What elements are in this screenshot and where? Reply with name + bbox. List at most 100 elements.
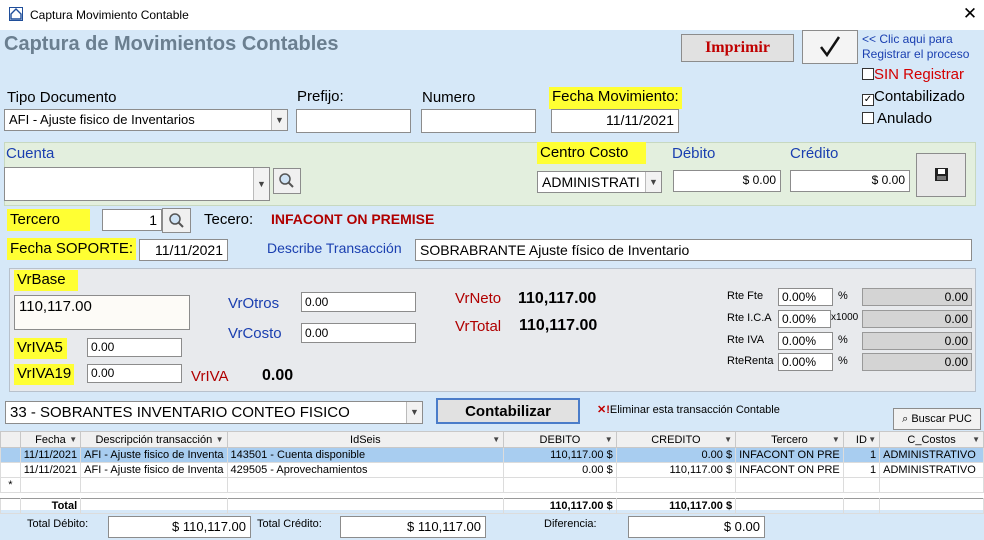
search-cuenta-button[interactable] bbox=[273, 168, 301, 194]
chevron-down-icon[interactable]: ▼ bbox=[605, 435, 613, 444]
col-header-idseis[interactable]: IdSeis ▼ bbox=[226, 431, 505, 448]
col-header-ccostos[interactable]: C_Costos ▼ bbox=[879, 431, 984, 448]
chevron-down-icon[interactable]: ▼ bbox=[645, 172, 661, 192]
fecha-soporte-input[interactable]: 11/11/2021 bbox=[139, 239, 228, 261]
cuenta-select[interactable]: ▼ bbox=[4, 167, 270, 201]
vrcosto-input[interactable]: 0.00 bbox=[301, 323, 416, 343]
credito-input[interactable]: $ 0.00 bbox=[790, 170, 910, 192]
debito-input[interactable]: $ 0.00 bbox=[673, 170, 781, 192]
rte-ica-input[interactable]: 0.00% bbox=[778, 310, 831, 328]
col-header-descripcion[interactable]: Descripción transacción ▼ bbox=[80, 431, 228, 448]
prefijo-input[interactable] bbox=[296, 109, 411, 133]
chevron-down-icon[interactable]: ▼ bbox=[832, 435, 840, 444]
col-header-id[interactable]: ID ▼ bbox=[842, 431, 881, 448]
new-cell[interactable] bbox=[735, 477, 844, 493]
new-cell[interactable] bbox=[80, 477, 228, 493]
chevron-down-icon[interactable]: ▼ bbox=[69, 435, 77, 444]
anulado-label: Anulado bbox=[877, 110, 933, 127]
sin-registrar-checkbox[interactable] bbox=[862, 68, 874, 80]
col-header-label: ID bbox=[855, 433, 867, 446]
cell-id[interactable]: 1 bbox=[842, 462, 881, 478]
cell-idseis[interactable]: 143501 - Cuenta disponible bbox=[226, 447, 505, 463]
chevron-down-icon[interactable]: ▼ bbox=[868, 435, 876, 444]
new-cell[interactable] bbox=[879, 477, 984, 493]
new-row[interactable]: * bbox=[0, 477, 984, 493]
cell-credito[interactable]: 0.00 $ bbox=[615, 447, 737, 463]
new-cell[interactable] bbox=[226, 477, 505, 493]
cell-idseis[interactable]: 429505 - Aprovechamientos bbox=[226, 462, 505, 478]
contabilizado-option[interactable]: ✓ Contabilizado bbox=[862, 86, 965, 108]
concepto-select[interactable]: 33 - SOBRANTES INVENTARIO CONTEO FISICO … bbox=[5, 401, 423, 424]
centro-costo-value: ADMINISTRATI bbox=[542, 174, 640, 190]
register-hint-line2: Registrar el proceso bbox=[862, 47, 970, 61]
new-cell[interactable] bbox=[19, 477, 82, 493]
contabilizado-checkbox[interactable]: ✓ bbox=[862, 94, 874, 106]
close-icon[interactable]: ✕ bbox=[960, 4, 980, 24]
magnifier-icon bbox=[169, 213, 184, 228]
vriva19-input[interactable]: 0.00 bbox=[87, 364, 182, 383]
total-debito: 110,117.00 $ bbox=[503, 498, 617, 514]
new-cell[interactable] bbox=[503, 477, 617, 493]
eliminar-label: Eliminar esta transacción Contable bbox=[609, 404, 780, 416]
new-cell[interactable] bbox=[615, 477, 737, 493]
total-empty bbox=[80, 498, 228, 514]
register-button[interactable] bbox=[802, 30, 858, 64]
cell-ccostos[interactable]: ADMINISTRATIVO bbox=[879, 462, 984, 478]
new-cell[interactable] bbox=[842, 477, 881, 493]
describe-label: Describe Transacción bbox=[267, 240, 402, 256]
cell-descripcion[interactable]: AFI - Ajuste fisico de Inventa bbox=[80, 447, 228, 463]
tercero-input[interactable]: 1 bbox=[102, 209, 162, 231]
vriva5-input[interactable]: 0.00 bbox=[87, 338, 182, 357]
save-button[interactable] bbox=[916, 153, 966, 197]
cell-ccostos[interactable]: ADMINISTRATIVO bbox=[879, 447, 984, 463]
col-header-fecha[interactable]: Fecha ▼ bbox=[19, 431, 82, 448]
footer-diferencia-label: Diferencia: bbox=[544, 518, 597, 530]
row-selector[interactable] bbox=[0, 447, 21, 463]
col-header-tercero[interactable]: Tercero ▼ bbox=[735, 431, 844, 448]
cell-fecha[interactable]: 11/11/2021 bbox=[19, 462, 82, 478]
cell-debito[interactable]: 0.00 $ bbox=[503, 462, 617, 478]
row-selector-header bbox=[0, 431, 21, 448]
cell-tercero[interactable]: INFACONT ON PRE bbox=[735, 447, 844, 463]
vrotros-input[interactable]: 0.00 bbox=[301, 292, 416, 312]
sin-registrar-option[interactable]: SIN Registrar bbox=[862, 64, 965, 86]
col-header-debito[interactable]: DEBITO ▼ bbox=[503, 431, 617, 448]
chevron-down-icon[interactable]: ▼ bbox=[271, 110, 287, 130]
cell-fecha[interactable]: 11/11/2021 bbox=[19, 447, 82, 463]
anulado-option[interactable]: Anulado bbox=[862, 108, 965, 130]
print-button[interactable]: Imprimir bbox=[681, 34, 794, 62]
row-selector[interactable] bbox=[0, 462, 21, 478]
describe-input[interactable]: SOBRABRANTE Ajuste físico de Inventario bbox=[415, 239, 972, 261]
chevron-down-icon[interactable]: ▼ bbox=[724, 435, 732, 444]
cell-tercero[interactable]: INFACONT ON PRE bbox=[735, 462, 844, 478]
numero-input[interactable] bbox=[421, 109, 536, 133]
anulado-checkbox[interactable] bbox=[862, 112, 874, 124]
rte-renta-input[interactable]: 0.00% bbox=[778, 353, 833, 371]
col-header-credito[interactable]: CREDITO ▼ bbox=[615, 431, 737, 448]
fecha-movimiento-input[interactable]: 11/11/2021 bbox=[551, 109, 679, 133]
contabilizar-button[interactable]: Contabilizar bbox=[436, 398, 580, 424]
chevron-down-icon[interactable]: ▼ bbox=[253, 168, 269, 200]
vrbase-input[interactable]: 110,117.00 bbox=[14, 295, 190, 330]
buscar-puc-button[interactable]: ⌕ Buscar PUC bbox=[893, 408, 981, 430]
table-row[interactable]: 11/11/2021 AFI - Ajuste fisico de Invent… bbox=[0, 447, 984, 463]
eliminar-link[interactable]: ✕!Eliminar esta transacción Contable bbox=[597, 403, 780, 416]
cell-id[interactable]: 1 bbox=[842, 447, 881, 463]
table-row[interactable]: 11/11/2021 AFI - Ajuste fisico de Invent… bbox=[0, 462, 984, 478]
cell-credito[interactable]: 110,117.00 $ bbox=[615, 462, 737, 478]
rte-fte-input[interactable]: 0.00% bbox=[778, 288, 833, 306]
chevron-down-icon[interactable]: ▼ bbox=[406, 402, 422, 423]
total-label: Total bbox=[19, 498, 82, 514]
cell-descripcion[interactable]: AFI - Ajuste fisico de Inventa bbox=[80, 462, 228, 478]
tercero-name: INFACONT ON PREMISE bbox=[271, 211, 435, 227]
rte-fte-unit: % bbox=[838, 290, 848, 302]
chevron-down-icon[interactable]: ▼ bbox=[972, 435, 980, 444]
centro-costo-select[interactable]: ADMINISTRATI ▼ bbox=[537, 171, 662, 193]
chevron-down-icon[interactable]: ▼ bbox=[216, 435, 224, 444]
search-tercero-button[interactable] bbox=[162, 208, 191, 233]
col-header-label: Fecha bbox=[35, 433, 66, 446]
rte-iva-input[interactable]: 0.00% bbox=[778, 332, 833, 350]
chevron-down-icon[interactable]: ▼ bbox=[492, 435, 500, 444]
tipo-documento-select[interactable]: AFI - Ajuste fisico de Inventarios ▼ bbox=[4, 109, 288, 131]
cell-debito[interactable]: 110,117.00 $ bbox=[503, 447, 617, 463]
